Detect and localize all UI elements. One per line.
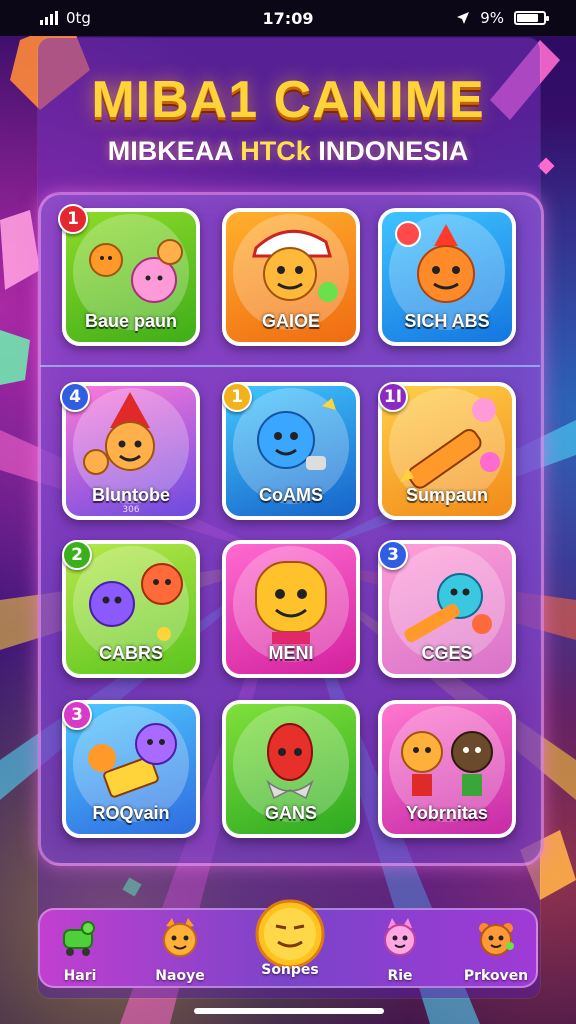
green-cart-icon bbox=[63, 921, 95, 956]
nav-label-naoye: Naoye bbox=[155, 968, 205, 984]
tile-badge: 1 bbox=[222, 382, 252, 412]
bottom-nav: Hari Naoye Sonpes Rie Prkoven bbox=[38, 899, 538, 990]
tile-badge: 1 bbox=[58, 204, 88, 234]
tile-label: Baue paun bbox=[84, 311, 177, 331]
subtitle-highlight: HTCk bbox=[240, 136, 311, 166]
tile-sublabel: 306 bbox=[122, 505, 140, 515]
status-bar: 0tg 17:09 9% bbox=[0, 0, 576, 36]
orange-critter-icon bbox=[479, 923, 514, 956]
tile-label: Sumpaun bbox=[405, 485, 488, 505]
nav-label-hari: Hari bbox=[63, 968, 97, 984]
tile-badge: 4 bbox=[60, 382, 90, 412]
tile-label: MENI bbox=[268, 643, 314, 663]
tile-label: SICH ABS bbox=[404, 311, 490, 331]
tile-badge: 3 bbox=[62, 700, 92, 730]
game-tile-11[interactable]: GANS bbox=[222, 700, 360, 838]
tile-label: Yobrnitas bbox=[406, 803, 488, 823]
subtitle-suffix: INDONESIA bbox=[318, 136, 469, 166]
orange-cat-icon bbox=[163, 918, 197, 957]
game-tile-2[interactable]: GAIOE bbox=[222, 208, 360, 346]
page-subtitle: MIBKEAA HTCk INDONESIA bbox=[0, 136, 576, 167]
nav-item-prkoven[interactable]: Prkoven bbox=[456, 910, 536, 990]
tile-badge: 2 bbox=[62, 540, 92, 570]
nav-item-rie[interactable]: Rie bbox=[360, 910, 440, 990]
nav-item-naoye[interactable]: Naoye bbox=[140, 910, 220, 990]
status-time: 17:09 bbox=[262, 8, 314, 28]
battery-icon bbox=[514, 11, 549, 25]
tile-label: GAIOE bbox=[261, 311, 320, 331]
game-tile-12[interactable]: Yobrnitas bbox=[378, 700, 516, 838]
nav-label-rie: Rie bbox=[387, 968, 413, 984]
nav-item-sonpes[interactable] bbox=[254, 898, 326, 970]
tile-label: ROQvain bbox=[92, 803, 170, 823]
tile-label: CGES bbox=[421, 643, 473, 663]
game-tile-8[interactable]: MENI bbox=[222, 540, 360, 678]
tile-label: GANS bbox=[264, 803, 317, 823]
emoji-face-icon bbox=[255, 899, 325, 969]
home-indicator[interactable] bbox=[194, 1008, 384, 1014]
nav-label-sonpes: Sonpes bbox=[261, 962, 319, 978]
nav-item-hari[interactable]: Hari bbox=[40, 910, 120, 990]
pink-creature-icon bbox=[384, 918, 416, 956]
tile-badge: 1I bbox=[378, 382, 408, 412]
page-title: MIBA1 CANIME bbox=[91, 71, 485, 129]
panel-divider bbox=[40, 365, 540, 367]
tile-label: Bluntobe bbox=[92, 485, 170, 505]
tile-label: CABRS bbox=[98, 643, 163, 663]
tile-badge: 3 bbox=[378, 540, 408, 570]
tile-label: CoAMS bbox=[259, 485, 323, 505]
subtitle-prefix: MIBKEAA bbox=[107, 136, 233, 166]
nav-label-prkoven: Prkoven bbox=[463, 968, 529, 984]
game-tile-3[interactable]: SICH ABS bbox=[378, 208, 516, 346]
